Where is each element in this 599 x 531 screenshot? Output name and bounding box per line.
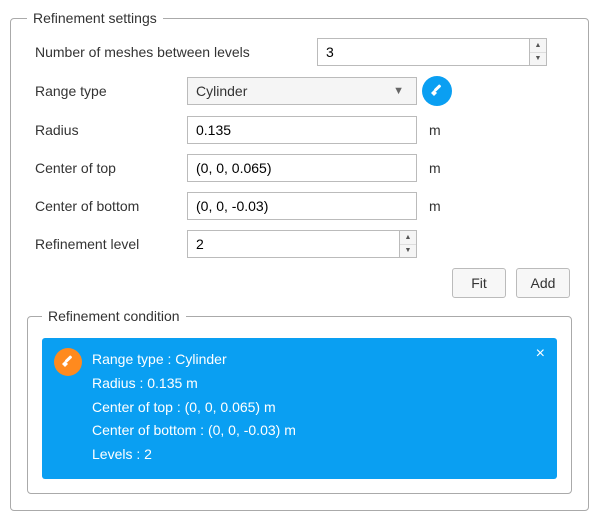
condition-card[interactable]: Range type : Cylinder Radius : 0.135 m C…: [42, 338, 557, 479]
meshes-row: Number of meshes between levels ▲ ▼: [27, 38, 572, 66]
fit-button[interactable]: Fit: [452, 268, 506, 298]
radius-row: Radius m: [27, 116, 572, 144]
level-input[interactable]: [187, 230, 399, 258]
level-label: Refinement level: [27, 236, 187, 252]
meshes-spinner[interactable]: ▲ ▼: [317, 38, 547, 66]
center-top-input[interactable]: [187, 154, 417, 182]
refinement-settings-legend: Refinement settings: [27, 10, 163, 26]
refinement-condition-legend: Refinement condition: [42, 308, 186, 324]
refinement-settings-group: Refinement settings Number of meshes bet…: [10, 10, 589, 511]
level-spinner[interactable]: ▲ ▼: [187, 230, 417, 258]
condition-line: Radius : 0.135 m: [92, 372, 543, 396]
refinement-condition-group: Refinement condition Range type : Cylind…: [27, 308, 572, 494]
center-top-unit: m: [417, 160, 457, 176]
meshes-spin-up[interactable]: ▲: [530, 39, 546, 53]
chevron-down-icon: ▼: [393, 85, 404, 97]
condition-line: Center of top : (0, 0, 0.065) m: [92, 396, 543, 420]
meshes-spin-buttons: ▲ ▼: [529, 38, 547, 66]
range-type-select[interactable]: Cylinder ▼: [187, 77, 417, 105]
range-type-row: Range type Cylinder ▼: [27, 76, 572, 106]
range-type-label: Range type: [27, 83, 187, 99]
radius-input[interactable]: [187, 116, 417, 144]
condition-line: Center of bottom : (0, 0, -0.03) m: [92, 419, 543, 443]
center-bottom-unit: m: [417, 198, 457, 214]
action-button-row: Fit Add: [27, 268, 570, 298]
apply-range-button[interactable]: [422, 76, 452, 106]
add-button[interactable]: Add: [516, 268, 570, 298]
center-top-label: Center of top: [27, 160, 187, 176]
level-row: Refinement level ▲ ▼: [27, 230, 572, 258]
center-top-row: Center of top m: [27, 154, 572, 182]
range-type-value: Cylinder: [196, 83, 247, 99]
condition-lines: Range type : Cylinder Radius : 0.135 m C…: [92, 348, 543, 467]
close-icon: ×: [536, 345, 545, 362]
radius-label: Radius: [27, 122, 187, 138]
condition-line: Range type : Cylinder: [92, 348, 543, 372]
brush-icon: [60, 354, 76, 370]
center-bottom-input[interactable]: [187, 192, 417, 220]
condition-card-icon-wrap: [54, 348, 82, 376]
center-bottom-row: Center of bottom m: [27, 192, 572, 220]
brush-icon: [429, 83, 445, 99]
condition-line: Levels : 2: [92, 443, 543, 467]
radius-unit: m: [417, 122, 457, 138]
level-spin-buttons: ▲ ▼: [399, 230, 417, 258]
level-spin-up[interactable]: ▲: [400, 231, 416, 245]
meshes-spin-down[interactable]: ▼: [530, 53, 546, 66]
level-spin-down[interactable]: ▼: [400, 245, 416, 258]
condition-close-button[interactable]: ×: [536, 346, 545, 362]
meshes-label: Number of meshes between levels: [27, 44, 317, 60]
meshes-input[interactable]: [317, 38, 529, 66]
center-bottom-label: Center of bottom: [27, 198, 187, 214]
